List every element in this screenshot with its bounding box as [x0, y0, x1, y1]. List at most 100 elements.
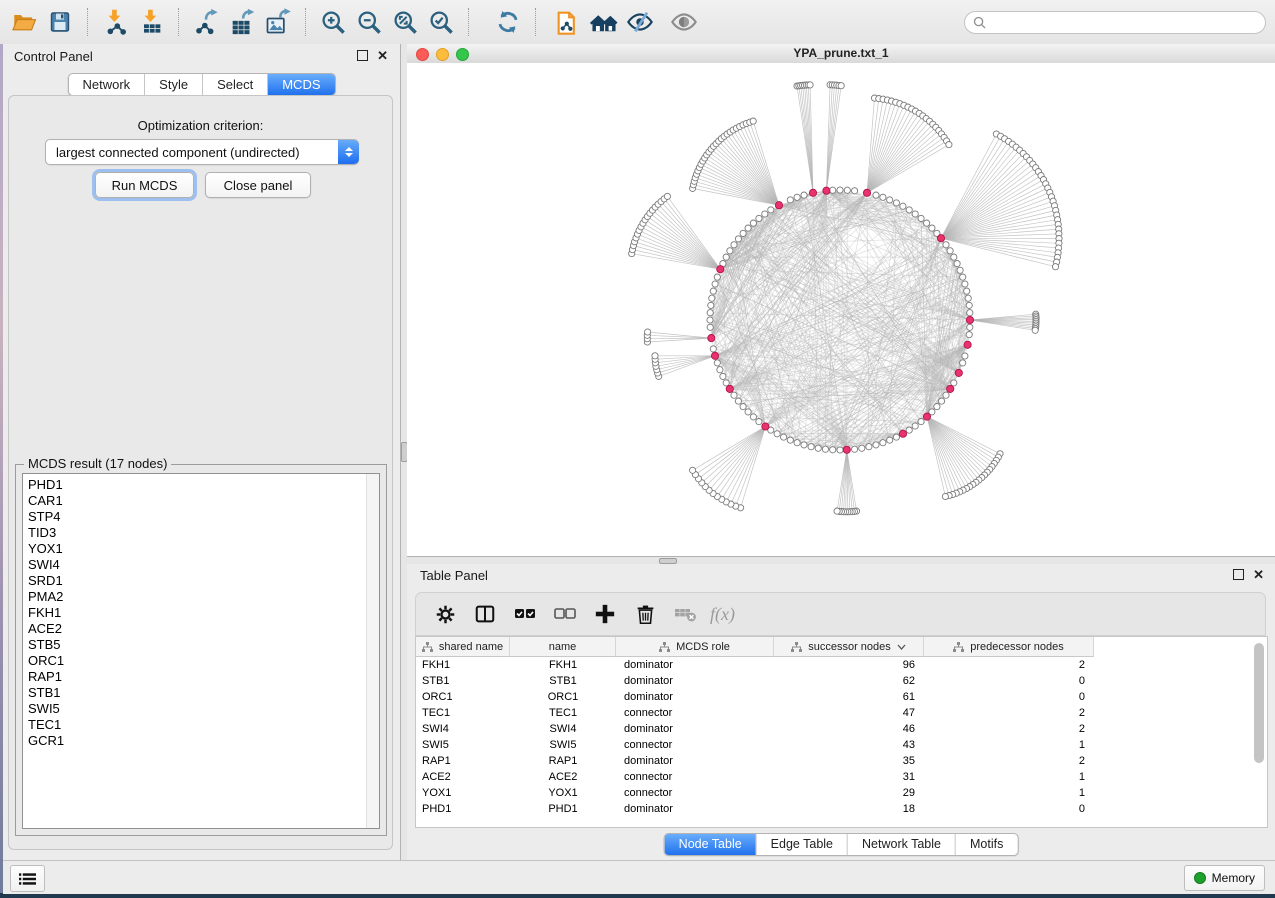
table-cell[interactable]: TEC1: [510, 707, 616, 719]
float-window-button[interactable]: [357, 50, 368, 61]
export-table-icon[interactable]: [226, 6, 258, 38]
close-window-button[interactable]: ✕: [1253, 570, 1264, 580]
show-panels-menu-button[interactable]: [10, 865, 45, 892]
table-options-icon[interactable]: [428, 599, 462, 629]
tab-node-table[interactable]: Node Table: [665, 834, 757, 855]
close-window-button[interactable]: ✕: [377, 51, 388, 61]
table-row[interactable]: PHD1PHD1dominator180: [416, 801, 1267, 817]
table-cell[interactable]: 47: [774, 707, 924, 719]
table-cell[interactable]: SWI4: [416, 723, 510, 735]
table-row[interactable]: ACE2ACE2connector311: [416, 769, 1267, 785]
toggle-bird-eye-view-icon[interactable]: [668, 6, 700, 38]
table-cell[interactable]: 1: [924, 739, 1094, 751]
table-cell[interactable]: 0: [924, 803, 1094, 815]
table-cell[interactable]: SWI5: [416, 739, 510, 751]
table-row[interactable]: YOX1YOX1connector291: [416, 785, 1267, 801]
deselect-all-rows-icon[interactable]: [548, 599, 582, 629]
table-cell[interactable]: 62: [774, 675, 924, 687]
table-cell[interactable]: dominator: [616, 659, 774, 671]
mcds-result-item[interactable]: FKH1: [23, 605, 366, 621]
table-cell[interactable]: 2: [924, 659, 1094, 671]
table-cell[interactable]: 1: [924, 771, 1094, 783]
export-network-icon[interactable]: [190, 6, 222, 38]
home-networks-icon[interactable]: [588, 6, 620, 38]
delete-table-icon[interactable]: [668, 599, 702, 629]
table-cell[interactable]: STB1: [416, 675, 510, 687]
table-cell[interactable]: ORC1: [416, 691, 510, 703]
function-builder-icon[interactable]: f(x): [710, 604, 735, 625]
close-panel-button[interactable]: Close panel: [205, 172, 311, 198]
table-cell[interactable]: SWI5: [510, 739, 616, 751]
table-row[interactable]: SWI5SWI5connector431: [416, 737, 1267, 753]
table-row[interactable]: SWI4SWI4dominator462: [416, 721, 1267, 737]
table-cell[interactable]: 1: [924, 787, 1094, 799]
mcds-result-item[interactable]: YOX1: [23, 541, 366, 557]
mcds-result-item[interactable]: CAR1: [23, 493, 366, 509]
table-cell[interactable]: connector: [616, 787, 774, 799]
mcds-result-item[interactable]: TID3: [23, 525, 366, 541]
zoom-fit-icon[interactable]: [389, 6, 421, 38]
mcds-result-item[interactable]: SRD1: [23, 573, 366, 589]
table-cell[interactable]: 31: [774, 771, 924, 783]
search-input[interactable]: [991, 15, 1265, 31]
run-mcds-button[interactable]: Run MCDS: [95, 172, 194, 198]
table-cell[interactable]: dominator: [616, 803, 774, 815]
network-window-titlebar[interactable]: YPA_prune.txt_1: [407, 44, 1275, 64]
zoom-out-icon[interactable]: [353, 6, 385, 38]
table-cell[interactable]: dominator: [616, 755, 774, 767]
memory-button[interactable]: Memory: [1184, 865, 1265, 891]
mcds-result-item[interactable]: ORC1: [23, 653, 366, 669]
table-cell[interactable]: RAP1: [510, 755, 616, 767]
table-row[interactable]: TEC1TEC1connector472: [416, 705, 1267, 721]
table-cell[interactable]: SWI4: [510, 723, 616, 735]
table-cell[interactable]: 2: [924, 755, 1094, 767]
table-cell[interactable]: FKH1: [510, 659, 616, 671]
tab-edge-table[interactable]: Edge Table: [757, 834, 848, 855]
tab-mcds[interactable]: MCDS: [268, 74, 334, 95]
table-cell[interactable]: 61: [774, 691, 924, 703]
table-cell[interactable]: connector: [616, 771, 774, 783]
toggle-graphics-details-icon[interactable]: [624, 6, 656, 38]
mcds-result-item[interactable]: TEC1: [23, 717, 366, 733]
table-cell[interactable]: 0: [924, 691, 1094, 703]
table-cell[interactable]: YOX1: [416, 787, 510, 799]
table-cell[interactable]: PHD1: [510, 803, 616, 815]
column-header-successor-nodes[interactable]: successor nodes: [774, 637, 924, 657]
table-cell[interactable]: TEC1: [416, 707, 510, 719]
table-cell[interactable]: 35: [774, 755, 924, 767]
delete-columns-icon[interactable]: [628, 599, 662, 629]
table-cell[interactable]: 18: [774, 803, 924, 815]
mcds-result-item[interactable]: STB1: [23, 685, 366, 701]
network-from-file-icon[interactable]: [552, 6, 584, 38]
table-cell[interactable]: 0: [924, 675, 1094, 687]
table-cell[interactable]: ACE2: [416, 771, 510, 783]
table-cell[interactable]: dominator: [616, 723, 774, 735]
mcds-result-item[interactable]: SWI4: [23, 557, 366, 573]
mcds-list-scrollbar[interactable]: [366, 474, 379, 828]
mcds-result-item[interactable]: STP4: [23, 509, 366, 525]
float-window-button[interactable]: [1233, 569, 1244, 580]
table-row[interactable]: STB1STB1dominator620: [416, 673, 1267, 689]
export-image-icon[interactable]: [262, 6, 294, 38]
column-header-name[interactable]: name: [510, 637, 616, 657]
mcds-result-list[interactable]: PHD1CAR1STP4TID3YOX1SWI4SRD1PMA2FKH1ACE2…: [22, 473, 380, 829]
table-row[interactable]: RAP1RAP1dominator352: [416, 753, 1267, 769]
save-session-icon[interactable]: [44, 6, 76, 38]
import-network-icon[interactable]: [99, 6, 131, 38]
table-cell[interactable]: FKH1: [416, 659, 510, 671]
column-header-shared-name[interactable]: shared name: [416, 637, 510, 657]
table-cell[interactable]: dominator: [616, 675, 774, 687]
select-all-rows-icon[interactable]: [508, 599, 542, 629]
table-cell[interactable]: 2: [924, 723, 1094, 735]
table-cell[interactable]: STB1: [510, 675, 616, 687]
table-row[interactable]: ORC1ORC1dominator610: [416, 689, 1267, 705]
table-cell[interactable]: connector: [616, 707, 774, 719]
tab-network-table[interactable]: Network Table: [848, 834, 956, 855]
table-cell[interactable]: ACE2: [510, 771, 616, 783]
zoom-selected-icon[interactable]: [425, 6, 457, 38]
mcds-result-item[interactable]: SWI5: [23, 701, 366, 717]
column-header-predecessor-nodes[interactable]: predecessor nodes: [924, 637, 1094, 657]
table-cell[interactable]: 29: [774, 787, 924, 799]
add-column-icon[interactable]: [588, 599, 622, 629]
table-cell[interactable]: 2: [924, 707, 1094, 719]
